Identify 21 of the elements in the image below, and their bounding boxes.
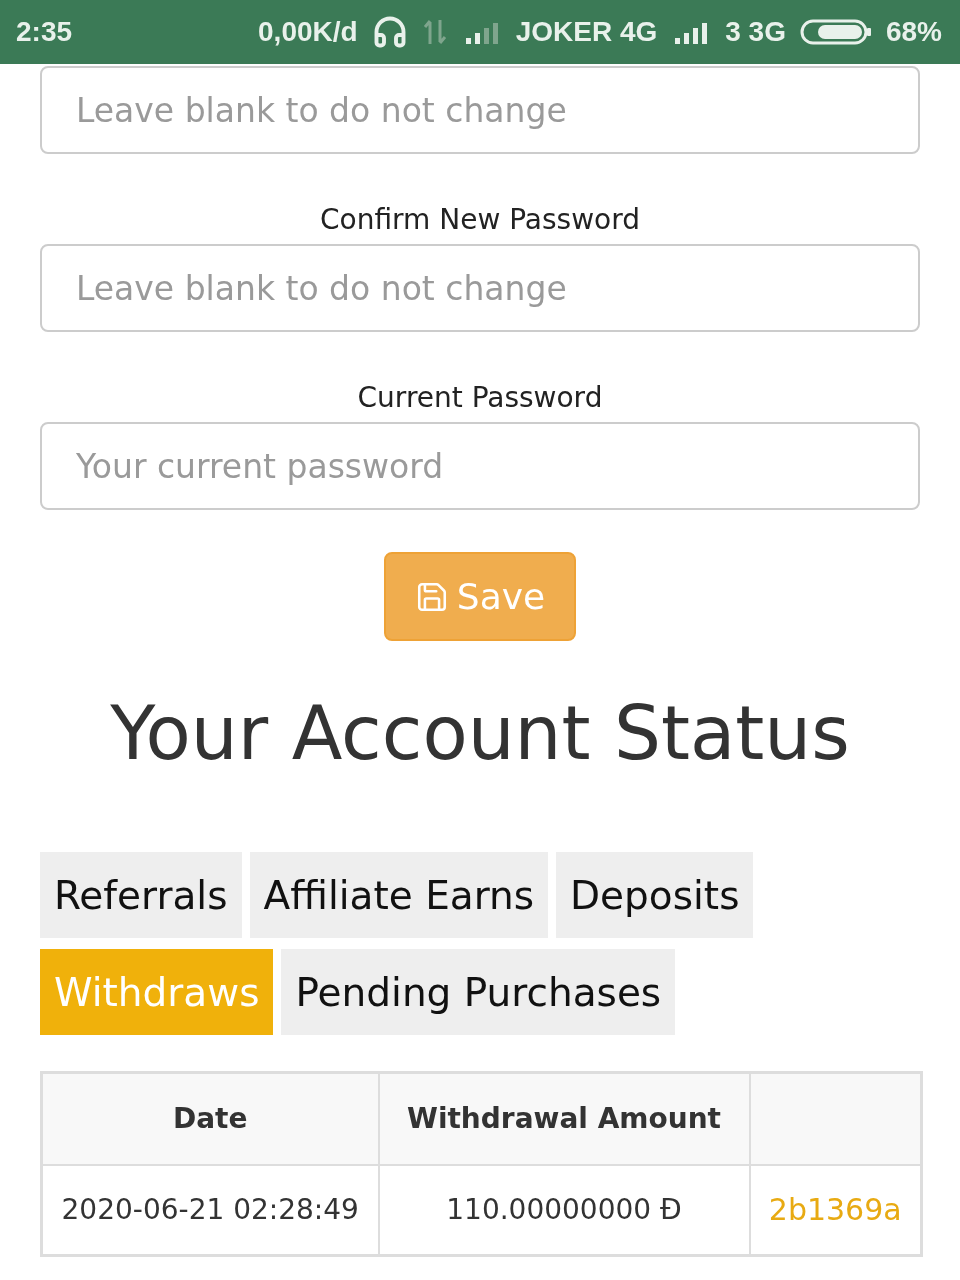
password-field[interactable]: Leave blank to do not change	[40, 66, 920, 154]
tab[interactable]: Pending Purchases	[281, 949, 676, 1035]
password-field[interactable]: Leave blank to do not change	[40, 244, 920, 332]
tab[interactable]: Referrals	[40, 852, 242, 938]
status-time: 2:35	[16, 16, 73, 48]
battery-icon	[799, 19, 872, 45]
password-field[interactable]: Your current password	[40, 422, 920, 510]
battery-percent: 68%	[885, 16, 942, 48]
carrier-name: 3 3G	[725, 16, 786, 48]
table-header-cell: Date	[41, 1072, 379, 1165]
table-header-cell: Withdrawal Amount	[378, 1072, 750, 1165]
data-arrows-icon	[421, 18, 448, 46]
table-cell: 2020-06-21 02:28:49	[61, 1193, 359, 1227]
carrier-name: JOKER 4G	[515, 16, 658, 48]
network-speed: 0,00K/d	[258, 16, 358, 48]
tab[interactable]: Affiliate Earns	[249, 852, 549, 938]
tab[interactable]: Deposits	[556, 852, 754, 938]
table-cell: 110.00000000 Đ	[446, 1193, 682, 1227]
field-label: Current Password	[357, 380, 603, 416]
section-title: Your Account Status	[109, 689, 851, 778]
field-label: Confirm New Password	[320, 202, 640, 238]
